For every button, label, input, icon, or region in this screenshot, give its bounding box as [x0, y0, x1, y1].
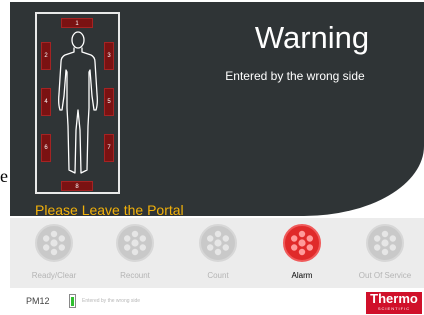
detector-7: 7	[104, 134, 114, 162]
status-message: Entered by the wrong side	[82, 298, 141, 304]
status-bar: PM12 Entered by the wrong side Thermo SC…	[0, 288, 424, 315]
battery-icon	[69, 294, 76, 308]
unit-label: PM12	[26, 296, 50, 306]
detector-8: 8	[61, 181, 93, 191]
detector-1: 1	[61, 18, 93, 28]
detector-cluster-icon	[199, 224, 237, 262]
alarm-label: Alarm	[291, 271, 313, 280]
warning-panel: 1 2 4 6 3 5 7 8 Warning Entered by the w…	[10, 2, 424, 218]
body-scan-frame: 1 2 4 6 3 5 7 8	[35, 12, 120, 194]
warning-subtitle: Entered by the wrong side	[225, 69, 365, 83]
detector-cluster-icon	[35, 224, 73, 262]
ready-clear-button[interactable]: Ready/Clear	[19, 224, 89, 280]
detector-3: 3	[104, 42, 114, 70]
detector-cluster-icon	[116, 224, 154, 262]
recount-button[interactable]: Recount	[100, 224, 170, 280]
human-body-outline-icon	[58, 31, 98, 174]
mode-button-row: Ready/Clear Recount Count Alarm Out Of S…	[10, 218, 424, 288]
count-label: Count	[207, 271, 229, 280]
alarm-button[interactable]: Alarm	[267, 224, 337, 280]
warning-title: Warning	[254, 20, 370, 55]
recount-label: Recount	[120, 271, 150, 280]
detector-cluster-icon	[283, 224, 321, 262]
detector-6: 6	[41, 134, 51, 162]
thermo-scientific-logo: Thermo SCIENTIFIC	[366, 292, 422, 314]
out-of-service-button[interactable]: Out Of Service	[350, 224, 420, 280]
detector-cluster-icon	[366, 224, 404, 262]
detector-5: 5	[104, 88, 114, 116]
detector-4: 4	[41, 88, 51, 116]
detector-2: 2	[41, 42, 51, 70]
out-of-service-label: Out Of Service	[358, 271, 412, 280]
logo-main-text: Thermo	[370, 291, 418, 306]
battery-level	[71, 297, 74, 306]
edge-letter: e	[0, 166, 8, 186]
logo-sub-text: SCIENTIFIC	[377, 306, 411, 311]
ready-clear-label: Ready/Clear	[31, 271, 77, 280]
leave-portal-message: Please Leave the Portal	[35, 202, 184, 218]
count-button[interactable]: Count	[183, 224, 253, 280]
